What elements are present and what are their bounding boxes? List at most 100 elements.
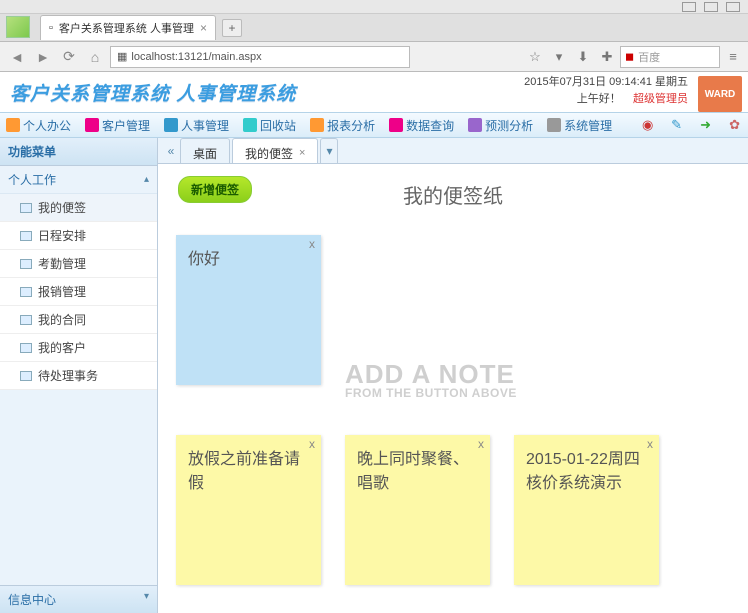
back-button[interactable]: ◄ [6,46,28,68]
menu-label: 报表分析 [327,117,375,134]
note-text: 你好 [188,251,220,268]
search-placeholder: 百度 [638,49,660,65]
url-input[interactable]: ▦ localhost:13121/main.aspx [110,46,410,68]
sticky-note[interactable]: x 2015-01-22周四 核价系统演示 [514,435,659,585]
sticky-note[interactable]: x 晚上同时聚餐、唱歌 [345,435,490,585]
greeting-label: 上午好！ [577,93,621,105]
forward-button[interactable]: ► [32,46,54,68]
header-info: 2015年07月31日 09:14:41 星期五 上午好！ 超级管理员 [524,74,688,108]
menu-label: 系统管理 [564,117,612,134]
recycle-icon [243,118,257,132]
datetime-label: 2015年07月31日 09:14:41 星期五 [524,74,688,91]
person-icon [6,118,20,132]
browser-toolbar-icons: ☆ ▾ ⬇ ✚ [526,48,616,66]
sidebar-item-label: 日程安排 [38,227,86,244]
menu-extra-4[interactable]: ✿ [727,116,742,134]
menu-data-query[interactable]: 数据查询 [389,117,454,134]
add-note-placeholder: ADD A NOTE FROM THE BUTTON ABOVE [345,361,517,399]
menu-forecast[interactable]: 预测分析 [468,117,533,134]
tabs-dropdown[interactable]: ▾ [320,138,338,163]
sidebar-item-my-notes[interactable]: 我的便签 [0,194,157,222]
menu-label: 客户管理 [102,117,150,134]
close-icon[interactable]: × [200,21,207,35]
menu-extra-3[interactable]: ➜ [698,116,713,134]
browser-tab[interactable]: ▫ 客户关系管理系统 人事管理 × [40,15,216,40]
money-icon [20,287,32,297]
sidebar-item-label: 我的合同 [38,311,86,328]
note-text: 2015-01-22周四 核价系统演示 [526,451,640,492]
sticky-note[interactable]: x 放假之前准备请假 [176,435,321,585]
new-note-button[interactable]: 新增便签 [178,176,252,203]
window-controls [0,0,748,14]
star-icon[interactable]: ☆ [526,48,544,66]
menu-personal-office[interactable]: 个人办公 [6,117,71,134]
note-close-icon[interactable]: x [647,437,653,451]
new-tab-button[interactable]: + [222,19,242,37]
menu-label: 预测分析 [485,117,533,134]
window-maximize[interactable] [704,2,718,12]
sidebar-item-attendance[interactable]: 考勤管理 [0,250,157,278]
menu-extra-2[interactable]: ✎ [669,116,684,134]
task-icon [20,371,32,381]
doc-icon [20,315,32,325]
menu-label: 个人办公 [23,117,71,134]
browser-favicon [6,16,30,38]
sidebar-item-pending[interactable]: 待处理事务 [0,362,157,390]
sidebar-item-label: 我的便签 [38,199,86,216]
tab-my-notes[interactable]: 我的便签 × [232,138,318,163]
menu-customer[interactable]: 客户管理 [85,117,150,134]
notes-row-top: x 你好 ADD A NOTE FROM THE BUTTON ABOVE [176,235,730,405]
url-text: localhost:13121/main.aspx [131,51,261,63]
window-minimize[interactable] [682,2,696,12]
placeholder-line1: ADD A NOTE [345,361,517,387]
sidebar-footer-label: 信息中心 [8,591,56,608]
content-tabs: « 桌面 我的便签 × ▾ [158,138,748,164]
note-text: 放假之前准备请假 [188,451,300,492]
tabs-prev-button[interactable]: « [162,138,180,163]
sidebar-item-my-customers[interactable]: 我的客户 [0,334,157,362]
report-icon [310,118,324,132]
sidebar-footer[interactable]: 信息中心 ▾ [0,585,157,613]
sidebar-group-label: 个人工作 [8,171,56,188]
note-close-icon[interactable]: x [478,437,484,451]
sidebar-item-label: 报销管理 [38,283,86,300]
dropdown-icon[interactable]: ▾ [550,48,568,66]
page-title: 我的便签纸 [176,180,730,209]
admin-label[interactable]: 超级管理员 [633,93,688,105]
sidebar-item-label: 待处理事务 [38,367,98,384]
window-close[interactable] [726,2,740,12]
browser-tab-bar: ▫ 客户关系管理系统 人事管理 × + [0,14,748,42]
chevron-up-icon: ▴ [144,174,149,185]
menu-report[interactable]: 报表分析 [310,117,375,134]
download-icon[interactable]: ⬇ [574,48,592,66]
note-close-icon[interactable]: x [309,237,315,251]
note-close-icon[interactable]: x [309,437,315,451]
sidebar-item-contract[interactable]: 我的合同 [0,306,157,334]
menu-hr[interactable]: 人事管理 [164,117,229,134]
content-body: 新增便签 我的便签纸 x 你好 ADD A NOTE FROM THE BUTT… [158,164,748,613]
browser-search[interactable]: ◼ 百度 [620,46,720,68]
sidebar-group-personal[interactable]: 个人工作 ▴ [0,166,157,194]
browser-url-bar: ◄ ► ⟳ ⌂ ▦ localhost:13121/main.aspx ☆ ▾ … [0,42,748,72]
ward-badge: WARD [698,76,742,112]
note-text: 晚上同时聚餐、唱歌 [357,451,469,492]
menu-recycle[interactable]: 回收站 [243,117,296,134]
sticky-note[interactable]: x 你好 [176,235,321,385]
placeholder-line2: FROM THE BUTTON ABOVE [345,387,517,399]
menu-extra-1[interactable]: ◉ [640,116,655,134]
customer-icon [85,118,99,132]
sidebar-header: 功能菜单 [0,138,157,166]
tab-desktop[interactable]: 桌面 [180,138,230,163]
notes-row-bottom: x 放假之前准备请假 x 晚上同时聚餐、唱歌 x 2015-01-22周四 核价… [176,435,730,605]
home-button[interactable]: ⌂ [84,46,106,68]
close-icon[interactable]: × [299,147,305,159]
sidebar-items: 我的便签 日程安排 考勤管理 报销管理 我的合同 我的客户 待处理事务 [0,194,157,390]
sidebar: 功能菜单 个人工作 ▴ 我的便签 日程安排 考勤管理 报销管理 我的合同 我的客… [0,138,158,613]
reload-button[interactable]: ⟳ [58,46,80,68]
sidebar-item-schedule[interactable]: 日程安排 [0,222,157,250]
sidebar-item-expense[interactable]: 报销管理 [0,278,157,306]
menu-icon[interactable]: ≡ [724,48,742,66]
tool-icon[interactable]: ✚ [598,48,616,66]
menu-system[interactable]: 系统管理 [547,117,612,134]
data-icon [389,118,403,132]
